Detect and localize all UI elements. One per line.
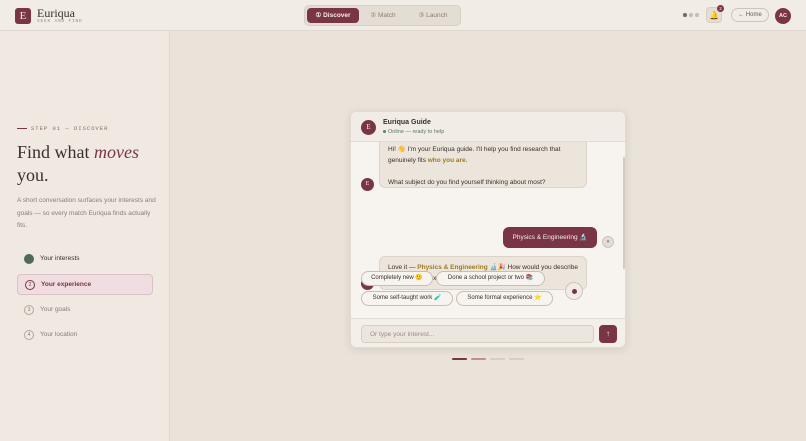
guide-name: Euriqua Guide — [383, 119, 431, 126]
progress-segment — [452, 358, 467, 360]
progress-dot — [683, 13, 687, 17]
guide-avatar: E — [361, 120, 376, 135]
step-label: Your interests — [40, 255, 80, 262]
headline-end: you. — [17, 165, 49, 185]
tab-launch[interactable]: ③ Launch — [407, 8, 459, 23]
online-dot-icon — [383, 130, 386, 134]
progress-segment — [490, 358, 505, 360]
message-text: . — [465, 157, 468, 164]
guide-message: Hi! 👋 I'm your Euriqua guide. I'll help … — [379, 142, 587, 188]
page-title: Find what moves you. — [17, 141, 167, 187]
chat-scrollbar[interactable] — [623, 157, 625, 269]
progress-dot — [695, 13, 699, 17]
record-icon[interactable] — [565, 282, 583, 300]
progress-segment — [509, 358, 524, 360]
guide-status: Online — ready to help — [383, 129, 444, 135]
chat-messages[interactable]: Hi! 👋 I'm your Euriqua guide. I'll help … — [351, 142, 625, 318]
step-number: 4 — [24, 330, 34, 340]
message-highlight: Physics & Engineering — [417, 264, 488, 271]
send-button[interactable]: ↑ — [599, 325, 617, 343]
progress-segment — [471, 358, 486, 360]
chat-header: E Euriqua Guide Online — ready to help — [351, 112, 625, 142]
sidebar-step-goals[interactable]: 3 Your goals — [17, 300, 153, 320]
chat-input[interactable] — [361, 325, 594, 343]
chat-input-row: ↑ — [351, 318, 625, 347]
logo-icon[interactable]: E — [15, 8, 31, 24]
message-question: What subject do you find yourself thinki… — [388, 179, 546, 186]
message-text: Love it — — [388, 264, 418, 271]
guide-status-text: Online — ready to help — [388, 129, 445, 135]
user-icon: ● — [602, 236, 614, 248]
sidebar-step-location[interactable]: 4 Your location — [17, 325, 153, 345]
notification-badge: 2 — [717, 5, 724, 12]
guide-avatar-small: E — [361, 178, 374, 191]
step-eyebrow: STEP 01 — DISCOVER — [31, 125, 109, 132]
chat-card: E Euriqua Guide Online — ready to help H… — [350, 111, 626, 348]
quick-reply-chip[interactable]: Completely new 🙂 — [361, 271, 433, 286]
step-label: Your goals — [40, 306, 71, 313]
quick-reply-chip[interactable]: Some self-taught work 🧪 — [361, 291, 453, 306]
top-bar: E Euriqua SEEK AND FIND ① Discover ② Mat… — [0, 0, 806, 31]
headline-start: Find what — [17, 142, 95, 162]
step-label: Your location — [40, 331, 78, 338]
step-number: 2 — [25, 280, 35, 290]
progress-dot — [689, 13, 693, 17]
sidebar-step-interests[interactable]: Your interests — [17, 249, 153, 269]
step-label: Your experience — [41, 281, 92, 288]
check-icon — [24, 254, 34, 264]
message-highlight: who you are — [427, 157, 466, 164]
tab-match[interactable]: ② Match — [361, 8, 405, 23]
page-description: A short conversation surfaces your inter… — [17, 197, 156, 229]
tab-discover[interactable]: ① Discover — [307, 8, 359, 23]
quick-reply-chip[interactable]: Some formal experience ⭐ — [456, 291, 553, 306]
avatar[interactable]: AC — [775, 8, 791, 24]
eyebrow-divider — [17, 128, 27, 129]
step-switcher: ① Discover ② Match ③ Launch — [304, 5, 461, 26]
headline-emphasis: moves — [94, 142, 139, 162]
left-panel — [0, 31, 170, 441]
home-button[interactable]: ← Home — [731, 8, 769, 22]
sidebar-step-experience[interactable]: 2 Your experience — [17, 274, 153, 295]
quick-reply-chip[interactable]: Done a school project or two 📚 — [436, 271, 545, 286]
message-text: Hi! 👋 I'm your Euriqua guide. I'll help … — [388, 146, 561, 164]
brand-tagline: SEEK AND FIND — [37, 19, 83, 24]
step-number: 3 — [24, 305, 34, 315]
user-message: Physics & Engineering 🔬 — [503, 227, 597, 248]
